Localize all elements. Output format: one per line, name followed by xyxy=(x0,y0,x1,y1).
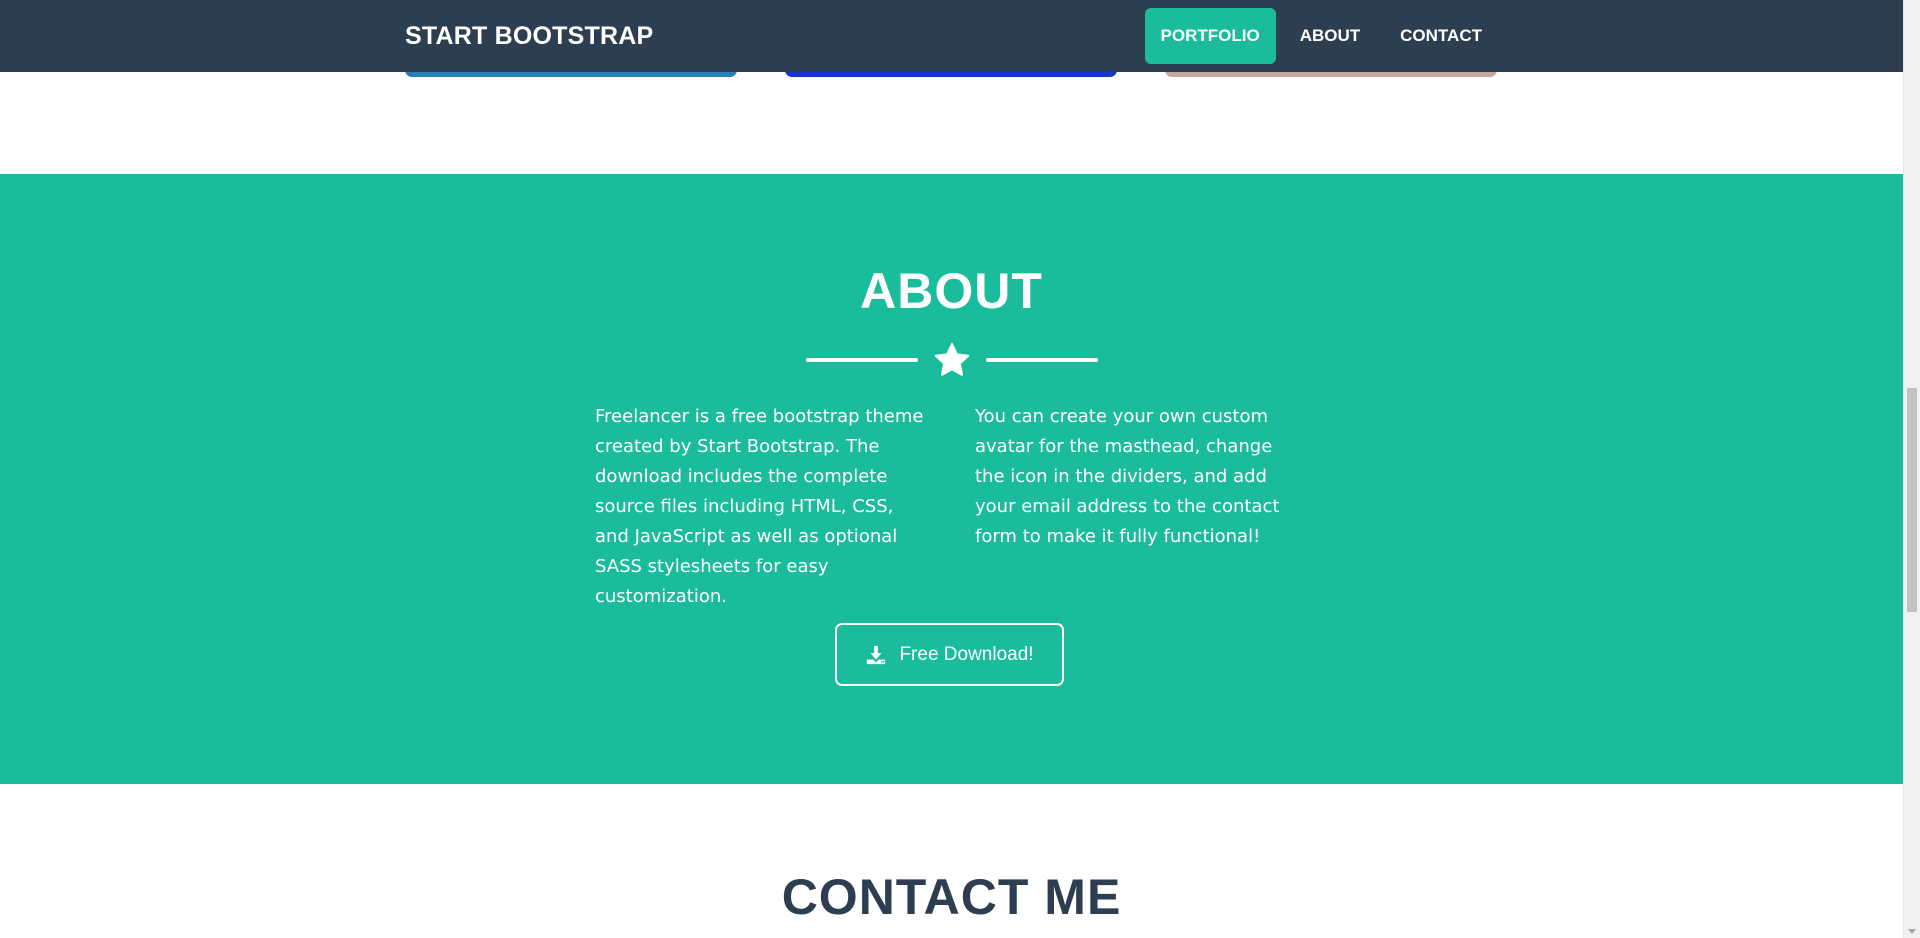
about-paragraph-right: You can create your own custom avatar fo… xyxy=(975,406,1280,547)
nav-menu: PORTFOLIO ABOUT CONTACT xyxy=(1137,8,1498,64)
scrollbar-thumb[interactable] xyxy=(1907,388,1917,612)
nav-item-about[interactable]: ABOUT xyxy=(1284,8,1376,64)
divider-line-right xyxy=(986,358,1098,362)
page-content: START BOOTSTRAP PORTFOLIO ABOUT CONTACT … xyxy=(0,0,1903,938)
navbar: START BOOTSTRAP PORTFOLIO ABOUT CONTACT xyxy=(0,0,1903,72)
nav-item-contact[interactable]: CONTACT xyxy=(1384,8,1498,64)
download-icon xyxy=(867,645,886,664)
about-section: ABOUT Freelancer is a free bootstrap the… xyxy=(0,174,1903,784)
page: START BOOTSTRAP PORTFOLIO ABOUT CONTACT … xyxy=(0,0,1920,938)
about-title: ABOUT xyxy=(860,263,1043,319)
contact-title: CONTACT ME xyxy=(781,869,1122,925)
about-paragraph-left: Freelancer is a free bootstrap theme cre… xyxy=(595,406,924,607)
brand-link[interactable]: START BOOTSTRAP xyxy=(405,22,653,51)
star-icon xyxy=(934,342,970,376)
free-download-label: Free Download! xyxy=(899,643,1034,665)
star-divider xyxy=(0,340,1903,380)
vertical-scrollbar[interactable] xyxy=(1903,0,1920,938)
nav-item-portfolio[interactable]: PORTFOLIO xyxy=(1144,8,1276,64)
scroll-down-arrow-icon[interactable] xyxy=(1908,929,1916,934)
divider-line-left xyxy=(806,358,918,362)
free-download-button[interactable]: Free Download! xyxy=(835,623,1064,686)
